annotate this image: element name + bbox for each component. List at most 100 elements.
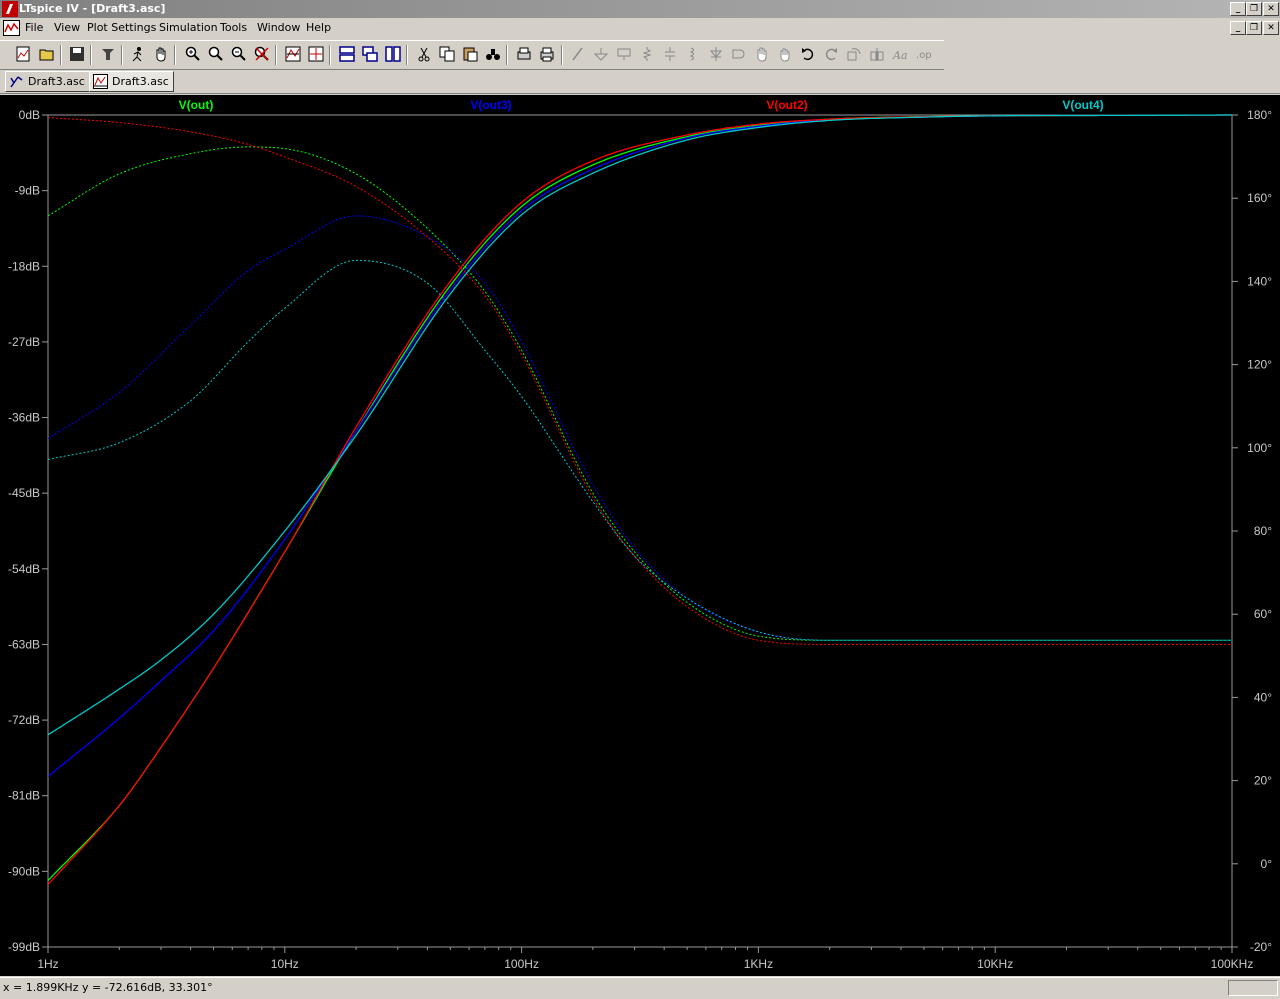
run-icon[interactable] (128, 44, 148, 64)
y-tick-label: -9dB (15, 184, 40, 198)
y2-tick-label: -20° (1250, 940, 1272, 954)
tab-label: Draft3.asc (112, 75, 169, 88)
tab-label: Draft3.asc (28, 75, 85, 88)
menu-window[interactable]: Window (257, 21, 300, 34)
y2-tick-label: 60° (1254, 607, 1272, 621)
copy-icon[interactable] (437, 44, 457, 64)
y2-tick-label: 20° (1254, 774, 1272, 788)
restore-icon[interactable]: ❐ (1246, 2, 1262, 16)
tab-schematic[interactable]: Draft3.asc (5, 71, 90, 92)
zoom-in-icon[interactable] (183, 44, 203, 64)
open-icon[interactable] (37, 44, 57, 64)
autorange-icon[interactable] (283, 44, 303, 64)
print-preview-icon[interactable] (514, 44, 534, 64)
waveform-window-icon[interactable] (3, 20, 20, 36)
y-tick-label: -99dB (8, 940, 40, 954)
resistor-icon[interactable] (637, 44, 657, 64)
y-tick-label: -72dB (8, 713, 40, 727)
find-icon[interactable] (483, 44, 503, 64)
toolbar-separator (329, 45, 331, 65)
pan-icon[interactable] (151, 44, 171, 64)
menu-view[interactable]: View (54, 21, 80, 34)
menu-simulation[interactable]: Simulation (159, 21, 218, 34)
menu-file[interactable]: File (25, 21, 43, 34)
phase-trace (47, 114, 1232, 886)
magnitude-trace (47, 215, 1232, 641)
waveform-icon (93, 74, 108, 89)
trace-legend-label[interactable]: V(out3) (470, 98, 511, 112)
new-schematic-icon[interactable] (13, 44, 33, 64)
wire-icon[interactable] (568, 44, 588, 64)
svg-text:.op: .op (916, 50, 931, 61)
capacitor-icon[interactable] (660, 44, 680, 64)
window-title-bar[interactable]: LTspice IV - [Draft3.asc] _ ❐ ✕ (0, 0, 1280, 18)
tab-waveform[interactable]: Draft3.asc (89, 71, 174, 92)
inductor-icon[interactable] (683, 44, 703, 64)
drag-icon[interactable] (775, 44, 795, 64)
x-tick-label: 10KHz (977, 957, 1013, 971)
toolbar-separator (561, 45, 563, 65)
menu-tools[interactable]: Tools (220, 21, 247, 34)
mdi-restore-icon[interactable]: ❐ (1246, 21, 1262, 35)
status-bar: x = 1.899KHz y = -72.616dB, 33.301° (0, 977, 1280, 999)
y-tick-label: -27dB (8, 335, 40, 349)
trace-legend-label[interactable]: V(out4) (1062, 98, 1103, 112)
move-icon[interactable] (752, 44, 772, 64)
plot-frame (47, 114, 1233, 948)
zoom-area-icon[interactable] (206, 44, 226, 64)
spice-directive-icon[interactable]: .op (913, 44, 933, 64)
y2-tick-label: 40° (1254, 690, 1272, 704)
menu-help[interactable]: Help (306, 21, 331, 34)
toolbar-separator (275, 45, 277, 65)
text-icon[interactable]: Aa (890, 44, 910, 64)
toolbar-separator (90, 45, 92, 65)
redo-icon[interactable] (821, 44, 841, 64)
plot-setup-icon[interactable] (306, 44, 326, 64)
mirror-icon[interactable] (867, 44, 887, 64)
toolbar: Aa .op (0, 40, 944, 70)
diode-icon[interactable] (706, 44, 726, 64)
tile-vertical-icon[interactable] (383, 44, 403, 64)
status-panel (1228, 980, 1278, 996)
y2-tick-label: 100° (1247, 441, 1272, 455)
mdi-close-icon[interactable]: ✕ (1263, 21, 1279, 35)
y2-tick-label: 140° (1247, 274, 1272, 288)
magnitude-trace (47, 259, 1232, 641)
control-panel-icon[interactable] (98, 44, 118, 64)
y-tick-label: -90dB (8, 864, 40, 878)
trace-legend-label[interactable]: V(out2) (766, 98, 807, 112)
tile-horizontal-icon[interactable] (337, 44, 357, 64)
label-icon[interactable] (614, 44, 634, 64)
phase-trace (47, 114, 1232, 881)
cursor-readout: x = 1.899KHz y = -72.616dB, 33.301° (3, 981, 213, 994)
ltspice-logo-icon (2, 1, 18, 17)
y2-tick-label: 160° (1247, 191, 1272, 205)
save-icon[interactable] (67, 44, 87, 64)
mdi-minimize-icon[interactable]: _ (1230, 21, 1246, 35)
magnitude-trace (47, 117, 1232, 645)
zoom-out-icon[interactable] (229, 44, 249, 64)
toolbar-separator (406, 45, 408, 65)
cascade-icon[interactable] (360, 44, 380, 64)
close-icon[interactable]: ✕ (1263, 2, 1279, 16)
phase-trace (47, 114, 1232, 736)
component-icon[interactable] (729, 44, 749, 64)
menu-bar: File View Plot Settings Simulation Tools… (0, 19, 1280, 38)
paste-icon[interactable] (460, 44, 480, 64)
y2-tick-label: 80° (1254, 524, 1272, 538)
magnitude-trace (47, 146, 1232, 641)
rotate-icon[interactable] (844, 44, 864, 64)
zoom-full-icon[interactable] (252, 44, 272, 64)
cut-icon[interactable] (414, 44, 434, 64)
undo-icon[interactable] (798, 44, 818, 64)
x-tick-label: 10Hz (271, 957, 299, 971)
waveform-plot-pane[interactable]: 1Hz 10Hz 100Hz 1KHz 10KHz 100KHz 0dB -9dB -18dB -… (0, 95, 1280, 976)
trace-legend-label[interactable]: V(out) (179, 98, 214, 112)
minimize-icon[interactable]: _ (1230, 2, 1246, 16)
print-icon[interactable] (537, 44, 557, 64)
ground-icon[interactable] (591, 44, 611, 64)
menu-plot-settings[interactable]: Plot Settings (87, 21, 156, 34)
bode-plot-chart[interactable]: 1Hz 10Hz 100Hz 1KHz 10KHz 100KHz 0dB -9dB -18dB -… (0, 95, 1280, 976)
y2-tick-label: 120° (1247, 358, 1272, 372)
y2-tick-label: 0° (1261, 857, 1273, 871)
